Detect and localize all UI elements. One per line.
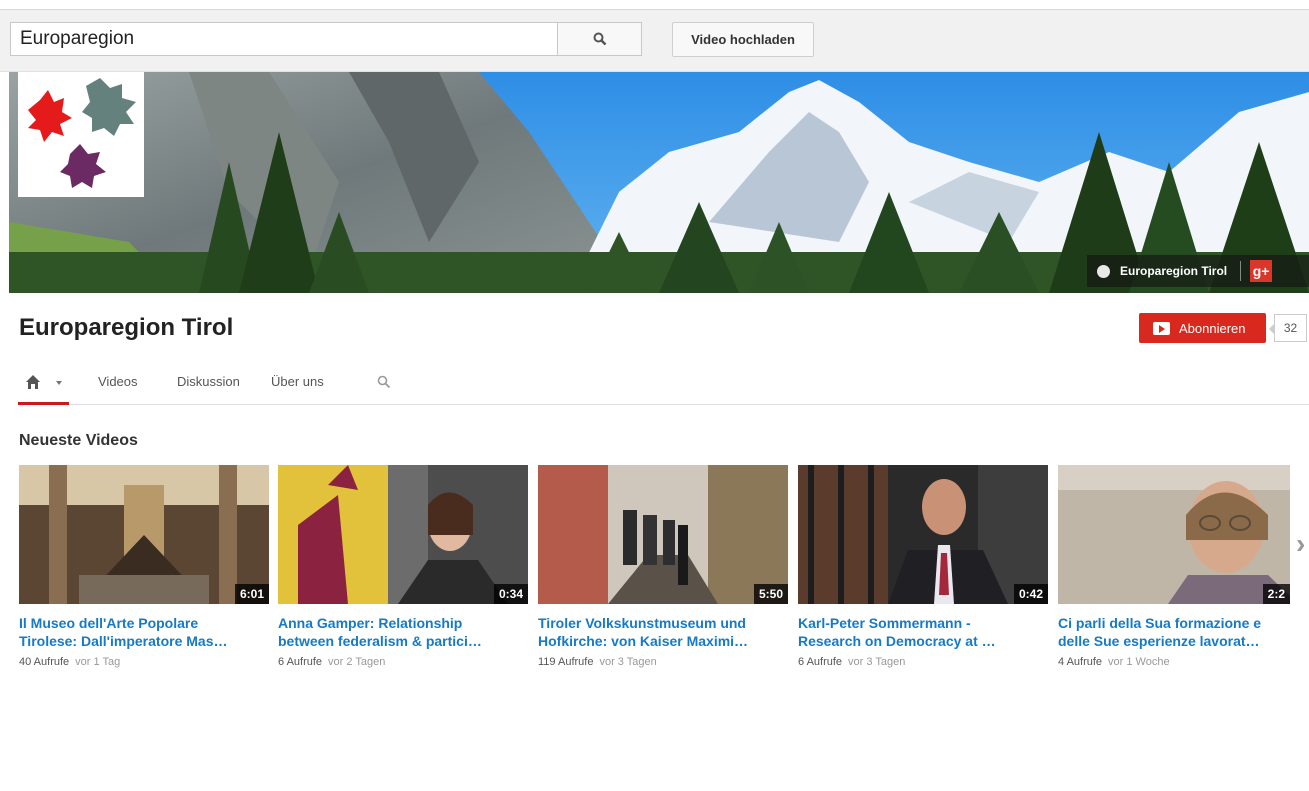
- channel-title: Europaregion Tirol: [19, 314, 234, 341]
- search-icon: [593, 32, 606, 46]
- video-title-link[interactable]: Tiroler Volkskunstmuseum und Hofkirche: …: [538, 614, 790, 650]
- video-title-line: Karl-Peter Sommermann -: [798, 615, 971, 631]
- video-duration: 2:2: [1262, 584, 1290, 604]
- search-button[interactable]: [557, 22, 642, 56]
- video-views: 119 Aufrufe: [538, 656, 594, 668]
- video-card: 6:01 Il Museo dell'Arte Popolare Tiroles…: [19, 465, 269, 668]
- subscriber-count: 32: [1269, 314, 1307, 342]
- video-thumbnail[interactable]: 0:42: [798, 465, 1048, 604]
- video-views: 6 Aufrufe: [798, 656, 843, 668]
- home-icon: [26, 375, 62, 389]
- video-title-line: Anna Gamper: Relationship: [278, 615, 463, 631]
- channel-tabs: Videos Diskussion Über uns: [18, 370, 1309, 405]
- video-title-line: between federalism & partici…: [278, 633, 482, 649]
- google-plus-icon[interactable]: g+: [1250, 260, 1273, 282]
- video-age: vor 1 Tag: [75, 656, 121, 668]
- video-thumbnail[interactable]: 2:2: [1058, 465, 1290, 604]
- video-title-line: Research on Democracy at …: [798, 633, 996, 649]
- globe-icon: [1097, 264, 1110, 278]
- top-border: [0, 0, 1309, 10]
- section-title: Neueste Videos: [19, 432, 138, 449]
- search-input[interactable]: Europaregion: [10, 22, 558, 56]
- video-meta: 6 Aufrufe vor 3 Tagen: [798, 656, 1048, 668]
- tab-discussion[interactable]: Diskussion: [177, 374, 240, 389]
- next-videos-button[interactable]: ›: [1296, 524, 1309, 564]
- video-card: 2:2 Ci parli della Sua formazione e dell…: [1058, 465, 1290, 668]
- banner-link-label: Europaregion Tirol: [1120, 264, 1228, 278]
- video-title-link[interactable]: Ci parli della Sua formazione e delle Su…: [1058, 614, 1290, 650]
- video-age: vor 2 Tagen: [328, 656, 386, 668]
- video-title-line: Il Museo dell'Arte Popolare: [19, 615, 199, 631]
- youtube-play-icon: [1153, 321, 1170, 335]
- upload-video-button[interactable]: Video hochladen: [672, 22, 814, 57]
- video-meta: 4 Aufrufe vor 1 Woche: [1058, 656, 1290, 668]
- video-card: 0:42 Karl-Peter Sommermann - Research on…: [798, 465, 1048, 668]
- video-title-line: Hofkirche: von Kaiser Maximi…: [538, 633, 749, 649]
- channel-search-icon[interactable]: [377, 375, 391, 389]
- chevron-down-icon: [56, 381, 62, 385]
- channel-logo[interactable]: [18, 72, 144, 197]
- video-age: vor 1 Woche: [1108, 656, 1170, 668]
- video-age: vor 3 Tagen: [599, 656, 657, 668]
- eagle-logo-icon: [28, 78, 136, 188]
- video-card: 0:34 Anna Gamper: Relationship between f…: [278, 465, 528, 668]
- banner-website-link[interactable]: Europaregion Tirol g+: [1087, 255, 1309, 287]
- video-age: vor 3 Tagen: [848, 656, 906, 668]
- tab-home[interactable]: [18, 370, 69, 405]
- video-thumbnail[interactable]: 5:50: [538, 465, 788, 604]
- video-views: 6 Aufrufe: [278, 656, 323, 668]
- tab-about[interactable]: Über uns: [271, 374, 324, 389]
- video-meta: 40 Aufrufe vor 1 Tag: [19, 656, 269, 668]
- video-views: 40 Aufrufe: [19, 656, 70, 668]
- subscribe-label: Abonnieren: [1179, 320, 1246, 336]
- video-duration: 0:34: [493, 584, 528, 604]
- video-duration: 6:01: [234, 584, 269, 604]
- tab-videos[interactable]: Videos: [98, 374, 138, 389]
- video-thumbnail[interactable]: 0:34: [278, 465, 528, 604]
- video-duration: 0:42: [1013, 584, 1048, 604]
- video-title-line: Ci parli della Sua formazione e: [1058, 615, 1262, 631]
- video-title-link[interactable]: Il Museo dell'Arte Popolare Tirolese: Da…: [19, 614, 271, 650]
- video-duration: 5:50: [753, 584, 788, 604]
- masthead: Europaregion Video hochladen: [0, 10, 1309, 72]
- video-title-link[interactable]: Anna Gamper: Relationship between federa…: [278, 614, 530, 650]
- banner-link-divider: [1240, 261, 1242, 281]
- video-title-line: Tirolese: Dall'imperatore Mas…: [19, 633, 228, 649]
- video-title-link[interactable]: Karl-Peter Sommermann - Research on Demo…: [798, 614, 1050, 650]
- video-meta: 119 Aufrufe vor 3 Tagen: [538, 656, 788, 668]
- subscribe-button[interactable]: Abonnieren: [1139, 313, 1266, 343]
- video-views: 4 Aufrufe: [1058, 656, 1103, 668]
- video-title-line: delle Sue esperienze lavorat…: [1058, 633, 1260, 649]
- video-thumbnail[interactable]: 6:01: [19, 465, 269, 604]
- video-title-line: Tiroler Volkskunstmuseum und: [538, 615, 746, 631]
- chevron-right-icon: ›: [1296, 528, 1306, 559]
- video-card: 5:50 Tiroler Volkskunstmuseum und Hofkir…: [538, 465, 788, 668]
- video-meta: 6 Aufrufe vor 2 Tagen: [278, 656, 528, 668]
